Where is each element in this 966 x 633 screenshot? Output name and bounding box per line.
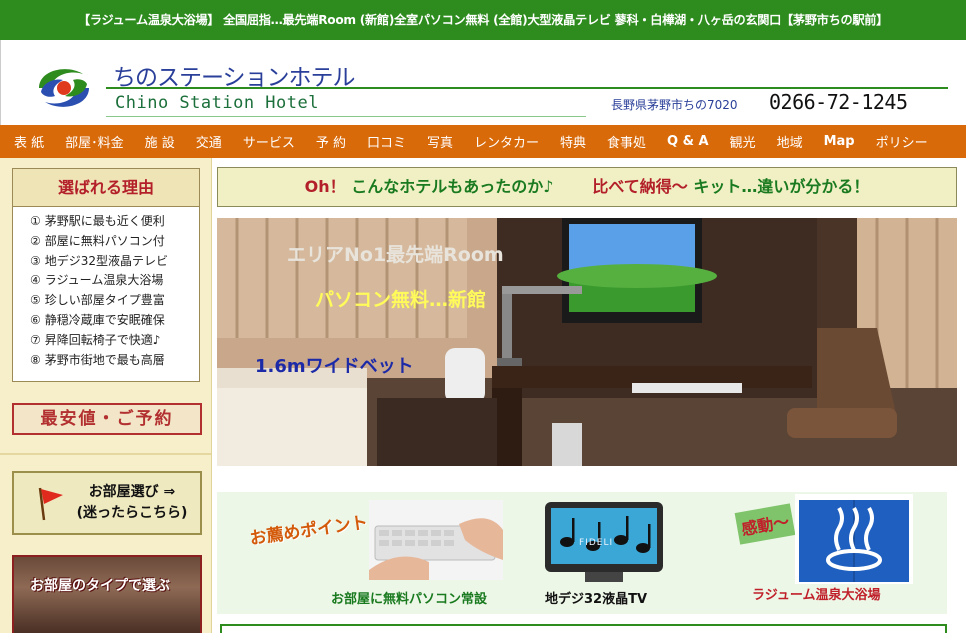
nav-item-faq[interactable]: Q & A [667,134,709,149]
features-strip: お薦めポイント お部屋に無料パソコン常設 FIDELI 地デジ32液晶TV 感動… [217,492,947,614]
room-type-label: お部屋のタイプで選ぶ [30,578,170,594]
reason-item: ⑤ 珍しい部屋タイプ豊富 [30,293,165,308]
header-divider [106,87,948,89]
nav-item-perks[interactable]: 特典 [560,132,586,151]
reason-item: ⑦ 昇降回転椅子で快適♪ [30,332,161,347]
reason-item: ③ 地デジ32型液晶テレビ [30,253,169,268]
nav-item-map[interactable]: Map [824,134,855,149]
nav-item-reservation[interactable]: 予 約 [316,132,346,151]
main-nav: 表 紙 部屋･料金 施 設 交通 サービス 予 約 口コミ 写真 レンタカー 特… [0,125,966,158]
nav-item-rental-car[interactable]: レンタカー [474,132,539,151]
reason-item: ① 茅野駅に最も近く便利 [30,214,165,228]
recommend-label: お薦めポイント [248,512,370,550]
hotel-name-english: Chino Station Hotel [115,93,319,113]
feature-digital-tv: 地デジ32液晶TV [545,592,648,607]
cheapest-reserve-button[interactable]: 最安値・ご予約 [12,403,202,435]
photo-caption-free-pc: パソコン無料…新館 [315,289,487,311]
room-select-label: お部屋選び ⇒ (迷ったらこちら) [76,484,188,521]
hotel-address: 長野県茅野市ちの7020 [611,98,738,112]
left-sidebar: 選ばれる理由 ① 茅野駅に最も近く便利 ② 部屋に無料パソコン付 ③ 地デジ32型液晶… [0,158,212,633]
nav-item-rooms-prices[interactable]: 部屋･料金 [65,132,124,151]
nav-item-reviews[interactable]: 口コミ [367,132,406,151]
sidebar-divider [0,453,211,455]
room-select-button[interactable]: お部屋選び ⇒ (迷ったらこちら) [12,471,202,535]
headline-surprise: こんなホテルもあったのか♪ [351,177,554,196]
headline-difference: キット…違いが分かる！ [693,177,870,196]
headline-oh: Oh！ [304,177,346,196]
reasons-list: ① 茅野駅に最も近く便利 ② 部屋に無料パソコン付 ③ 地デジ32型液晶テレビ ④ ラジ… [13,207,199,370]
room-photo: エリアNo1最先端Room パソコン無料…新館 1.6mワイドベット [217,218,957,466]
nav-item-cover[interactable]: 表 紙 [14,132,44,151]
hot-spring-icon [795,494,913,584]
nav-item-photos[interactable]: 写真 [427,132,453,151]
nav-item-access[interactable]: 交通 [196,132,222,151]
kando-label: 感動～ [734,503,796,545]
nav-item-dining[interactable]: 食事処 [607,132,646,151]
headline-bar: Oh！ こんなホテルもあったのか♪ 比べて納得～ キット…違いが分かる！ [217,167,957,207]
nav-item-facilities[interactable]: 施 設 [145,132,175,151]
feature-free-pc: お部屋に無料パソコン常設 [331,592,488,607]
nav-item-services[interactable]: サービス [243,132,295,151]
reason-item: ④ ラジューム温泉大浴場 [30,273,164,288]
feature-radium-onsen: ラジューム温泉大浴場 [752,588,881,603]
nav-item-policy[interactable]: ポリシー [876,132,928,151]
bottom-content-box [220,624,947,633]
reasons-title: 選ばれる理由 [13,169,199,207]
keyboard-hand-image [369,500,503,580]
tv-brand: FIDELI [579,538,614,548]
reasons-box: 選ばれる理由 ① 茅野駅に最も近く便利 ② 部屋に無料パソコン付 ③ 地デジ32型液晶… [12,168,200,382]
red-flag-icon [38,487,63,521]
hotel-phone: 0266-72-1245 [769,90,908,114]
nav-item-sightseeing[interactable]: 観光 [730,132,756,151]
headline-compare: 比べて納得～ [592,177,688,196]
nav-item-area[interactable]: 地域 [777,132,803,151]
photo-caption-area-best: エリアNo1最先端Room [287,244,504,266]
reason-item: ⑥ 静穏冷蔵庫で安眠確保 [30,312,165,327]
hotel-logo-icon[interactable] [33,62,95,114]
reason-item: ② 部屋に無料パソコン付 [30,233,165,248]
photo-caption-wide-bed: 1.6mワイドベット [255,356,414,377]
top-banner: 【ラジューム温泉大浴場】 全国屈指…最先端Room (新館)全室パソコン無料 (… [0,0,966,40]
site-header: ちのステーションホテル Chino Station Hotel 長野県茅野市ちの… [0,40,966,125]
room-type-banner[interactable]: お部屋のタイプで選ぶ [12,555,202,633]
reason-item: ⑧ 茅野市街地で最も高層 [30,352,165,367]
header-underline [106,116,586,117]
